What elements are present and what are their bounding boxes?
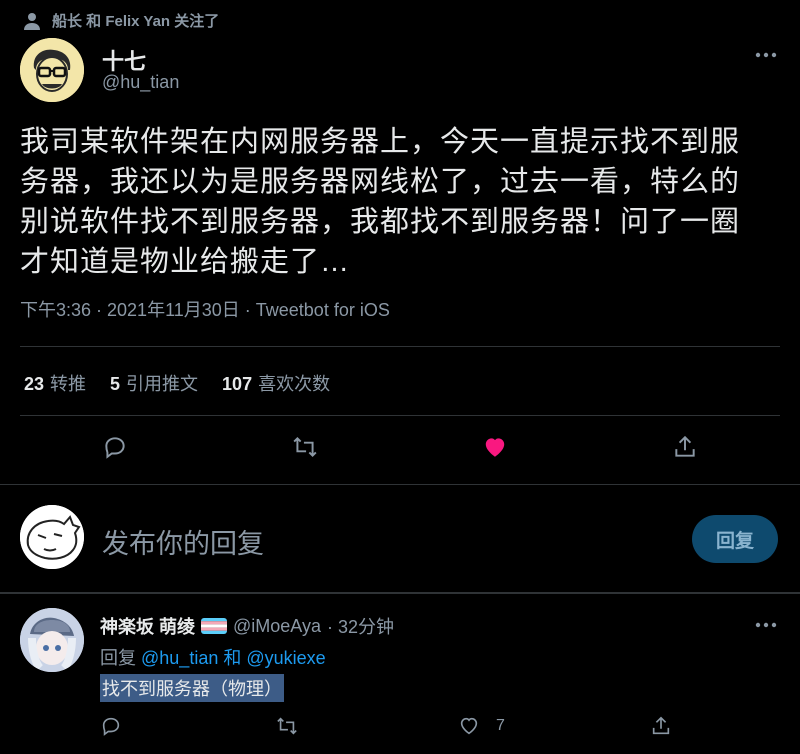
reply-share-action[interactable] — [650, 715, 672, 737]
reply-like-action[interactable]: 7 — [458, 715, 505, 737]
my-avatar[interactable] — [20, 505, 84, 569]
reply-author-handle[interactable]: @iMoeAya — [233, 616, 321, 637]
trans-flag-icon — [201, 618, 228, 634]
heart-outline-icon — [460, 717, 478, 735]
person-icon — [24, 12, 40, 30]
like-action[interactable] — [480, 432, 510, 462]
social-context: 船长 和 Felix Yan 关注了 — [22, 10, 219, 31]
reply-reply-action[interactable] — [100, 715, 122, 737]
reply-time[interactable]: · 32分钟 — [327, 613, 394, 639]
quotes-stat[interactable]: 5 引用推文 — [110, 370, 198, 396]
reply-retweet-action[interactable] — [276, 715, 298, 737]
likes-stat[interactable]: 107 喜欢次数 — [222, 370, 330, 396]
divider — [0, 484, 800, 485]
reply-button[interactable]: 回复 — [692, 515, 778, 563]
mention-link[interactable]: @yukiexe — [246, 648, 325, 668]
tweet-text-line: 务器，我还以为是服务器网线松了，过去一看，特么的 — [20, 166, 741, 198]
reply-action[interactable] — [100, 432, 130, 462]
author-handle[interactable]: @hu_tian — [102, 72, 179, 93]
reply-more-options-icon[interactable] — [754, 618, 778, 632]
share-icon — [652, 716, 670, 735]
share-action[interactable] — [670, 432, 700, 462]
reply-author-avatar[interactable] — [20, 608, 84, 672]
author-avatar[interactable] — [20, 38, 84, 102]
mention-link[interactable]: @hu_tian — [141, 648, 218, 668]
retweet-icon — [293, 436, 317, 458]
reply-text: 找不到服务器（物理） — [100, 674, 284, 702]
divider — [0, 592, 800, 594]
tweet-text-line: 才知道是物业给搬走了… — [20, 246, 351, 278]
reply-header: 神楽坂 萌绫 @iMoeAya · 32分钟 — [100, 613, 394, 639]
tweet-stats: 23 转推 5 引用推文 107 喜欢次数 — [24, 370, 330, 396]
reply-like-count: 7 — [496, 717, 505, 734]
share-icon — [675, 435, 695, 457]
context-text[interactable]: 船长 和 Felix Yan 关注了 — [52, 10, 219, 31]
heart-filled-icon — [485, 438, 505, 457]
tweet-timestamp[interactable]: 下午3:36 · 2021年11月30日 · Tweetbot for iOS — [20, 296, 390, 322]
reply-icon — [102, 717, 120, 736]
tweet-text-line: 别说软件找不到服务器，我都找不到服务器！问了一圈 — [20, 206, 741, 238]
retweet-icon — [277, 717, 297, 735]
more-options-icon[interactable] — [754, 48, 778, 62]
reply-to-line: 回复 @hu_tian 和 @yukiexe — [100, 644, 326, 670]
reply-author-name[interactable]: 神楽坂 萌绫 — [100, 613, 195, 639]
retweet-action[interactable] — [290, 432, 320, 462]
reply-prefix: 回复 — [100, 648, 136, 668]
divider — [20, 346, 780, 347]
tweet-text-line: 我司某软件架在内网服务器上，今天一直提示找不到服 — [20, 126, 741, 158]
reply-icon — [105, 437, 125, 459]
divider — [20, 415, 780, 416]
tweet-text: 我司某软件架在内网服务器上，今天一直提示找不到服 务器，我还以为是服务器网线松了… — [20, 122, 790, 282]
and-text: 和 — [223, 648, 242, 668]
reply-input[interactable]: 发布你的回复 — [102, 522, 264, 561]
retweets-stat[interactable]: 23 转推 — [24, 370, 86, 396]
